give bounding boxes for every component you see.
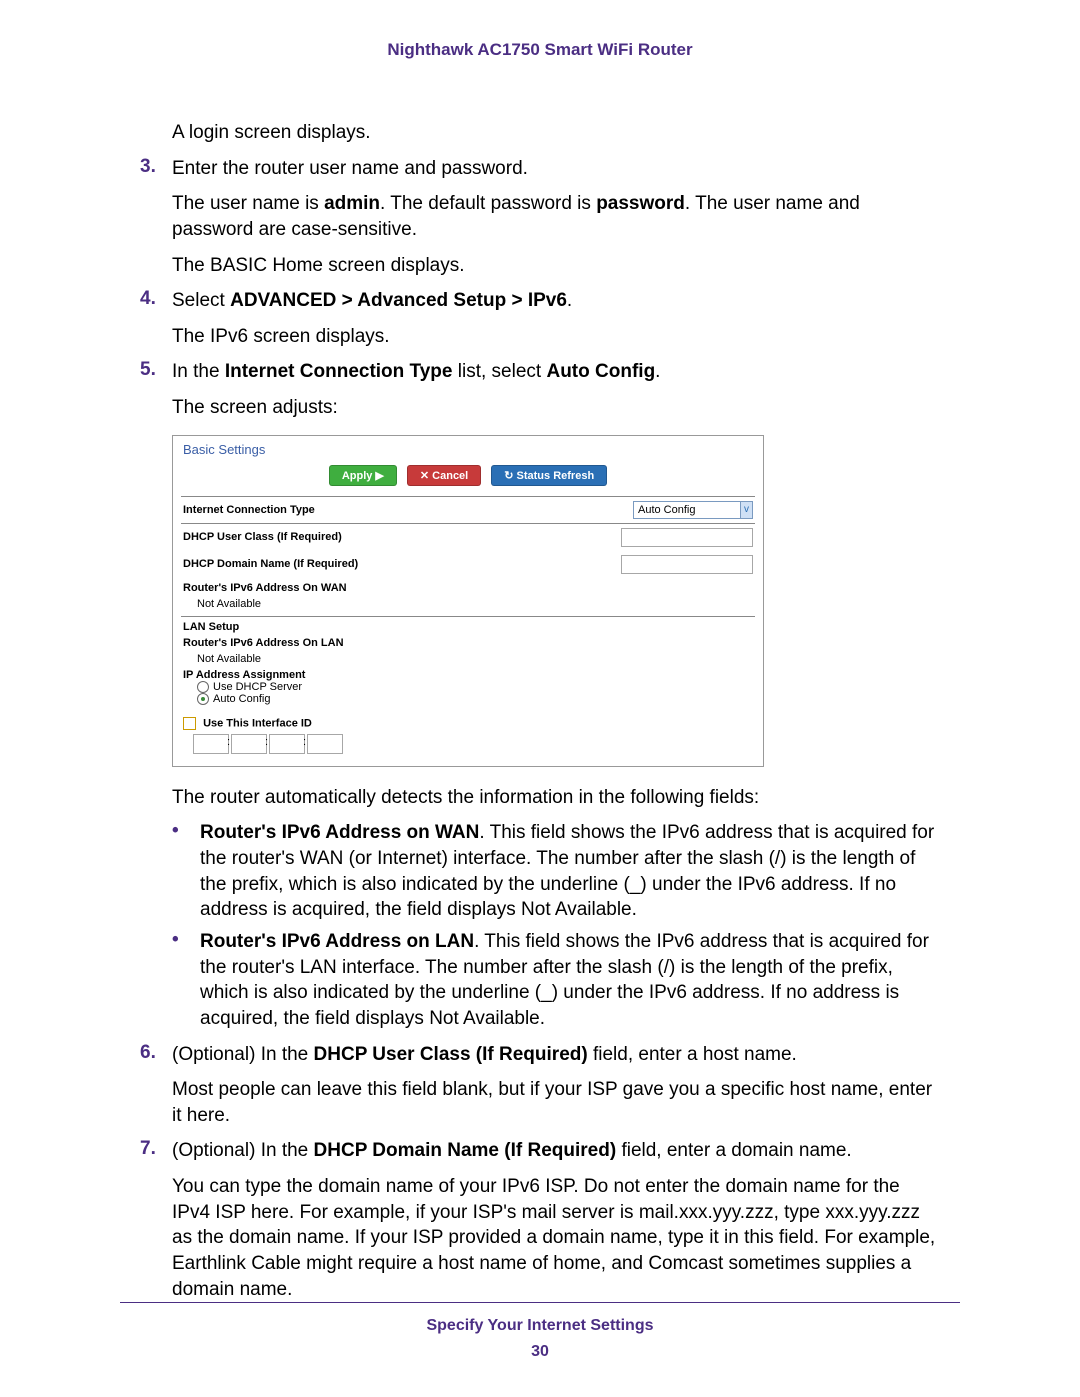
wan-addr-label: Router's IPv6 Address On WAN (183, 582, 347, 594)
lan-setup-label: LAN Setup (183, 621, 239, 633)
interface-id-inputs[interactable] (173, 730, 763, 766)
wan-addr-value: Not Available (173, 598, 763, 610)
ict-select[interactable]: Auto Configv (633, 501, 753, 519)
page-footer: Specify Your Internet Settings 30 (0, 1302, 1080, 1361)
radio-auto-config[interactable]: Auto Config (173, 693, 763, 705)
bullet-lan: • Router's IPv6 Address on LAN. This fie… (172, 929, 940, 1032)
footer-page-number: 30 (0, 1343, 1080, 1361)
lan-addr-value: Not Available (173, 653, 763, 665)
ip-assign-label: IP Address Assignment (183, 669, 305, 681)
use-interface-id-label: Use This Interface ID (203, 717, 312, 729)
step-text: (Optional) In the DHCP User Class (If Re… (172, 1042, 940, 1068)
step-4: 4. Select ADVANCED > Advanced Setup > IP… (140, 288, 940, 314)
radio-use-dhcp[interactable]: Use DHCP Server (173, 681, 763, 693)
bullet-icon: • (172, 820, 200, 923)
step-7: 7. (Optional) In the DHCP Domain Name (I… (140, 1138, 940, 1164)
step-5: 5. In the Internet Connection Type list,… (140, 359, 940, 385)
dhcp-user-class-input[interactable] (621, 528, 753, 547)
step-3-note-2: The BASIC Home screen displays. (172, 253, 940, 279)
lan-addr-label: Router's IPv6 Address On LAN (183, 637, 344, 649)
step-7-note: You can type the domain name of your IPv… (172, 1174, 940, 1302)
step-number: 3. (140, 156, 172, 182)
bullet-wan: • Router's IPv6 Address on WAN. This fie… (172, 820, 940, 923)
step-number: 4. (140, 288, 172, 314)
ict-label: Internet Connection Type (183, 504, 315, 516)
status-refresh-button[interactable]: ↻ Status Refresh (491, 465, 607, 486)
step-text: (Optional) In the DHCP Domain Name (If R… (172, 1138, 940, 1164)
dhcp-user-class-label: DHCP User Class (If Required) (183, 531, 342, 543)
step-number: 7. (140, 1138, 172, 1164)
use-interface-id-checkbox[interactable] (183, 717, 196, 730)
step-number: 5. (140, 359, 172, 385)
bullet-icon: • (172, 929, 200, 1032)
footer-section: Specify Your Internet Settings (0, 1317, 1080, 1335)
panel-title: Basic Settings (173, 436, 763, 463)
step-3-note-1: The user name is admin. The default pass… (172, 191, 940, 242)
step-6: 6. (Optional) In the DHCP User Class (If… (140, 1042, 940, 1068)
intro-line: A login screen displays. (172, 120, 940, 146)
step-3: 3. Enter the router user name and passwo… (140, 156, 940, 182)
step-5-after-figure: The router automatically detects the inf… (172, 785, 940, 811)
settings-screenshot: Basic Settings Apply ▶ ✕ Cancel ↻ Status… (172, 435, 764, 767)
apply-button[interactable]: Apply ▶ (329, 465, 397, 486)
step-text: Select ADVANCED > Advanced Setup > IPv6. (172, 288, 940, 314)
cancel-button[interactable]: ✕ Cancel (407, 465, 481, 486)
dhcp-domain-label: DHCP Domain Name (If Required) (183, 558, 358, 570)
step-5-caption: The screen adjusts: (172, 395, 940, 421)
step-text: In the Internet Connection Type list, se… (172, 359, 940, 385)
step-4-note: The IPv6 screen displays. (172, 324, 940, 350)
chevron-down-icon: v (740, 502, 752, 518)
step-6-note: Most people can leave this field blank, … (172, 1077, 940, 1128)
step-text: Enter the router user name and password. (172, 156, 940, 182)
document-header: Nighthawk AC1750 Smart WiFi Router (140, 40, 940, 60)
step-number: 6. (140, 1042, 172, 1068)
dhcp-domain-input[interactable] (621, 555, 753, 574)
